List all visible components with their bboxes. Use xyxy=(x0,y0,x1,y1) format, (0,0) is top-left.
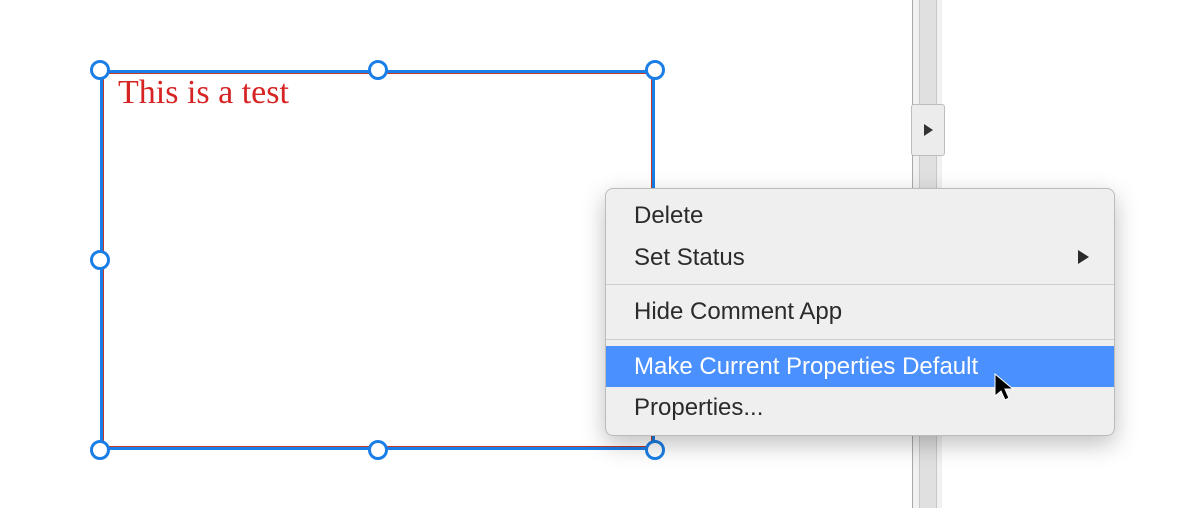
menu-separator xyxy=(606,339,1114,340)
menu-item-make-default[interactable]: Make Current Properties Default xyxy=(606,346,1114,388)
submenu-arrow-icon xyxy=(1076,249,1090,265)
menu-label: Hide Comment App xyxy=(634,295,842,329)
menu-item-properties[interactable]: Properties... xyxy=(606,387,1114,429)
menu-item-hide-comment-app[interactable]: Hide Comment App xyxy=(606,291,1114,333)
menu-item-set-status[interactable]: Set Status xyxy=(606,237,1114,279)
menu-separator xyxy=(606,284,1114,285)
menu-label: Properties... xyxy=(634,391,763,425)
resize-handle-top-left[interactable] xyxy=(90,60,110,80)
chevron-right-icon xyxy=(922,123,934,137)
expand-panel-button[interactable] xyxy=(911,104,945,156)
menu-label: Set Status xyxy=(634,241,745,275)
menu-label: Make Current Properties Default xyxy=(634,350,978,384)
menu-item-delete[interactable]: Delete xyxy=(606,195,1114,237)
resize-handle-bottom-right[interactable] xyxy=(645,440,665,460)
context-menu: Delete Set Status Hide Comment App Make … xyxy=(605,188,1115,436)
text-box-frame xyxy=(100,70,655,450)
menu-label: Delete xyxy=(634,199,703,233)
resize-handle-top-right[interactable] xyxy=(645,60,665,80)
text-box-content: This is a test xyxy=(118,74,289,112)
resize-handle-bottom-middle[interactable] xyxy=(368,440,388,460)
resize-handle-top-middle[interactable] xyxy=(368,60,388,80)
resize-handle-bottom-left[interactable] xyxy=(90,440,110,460)
comment-text-box[interactable]: This is a test xyxy=(100,70,655,450)
resize-handle-middle-left[interactable] xyxy=(90,250,110,270)
